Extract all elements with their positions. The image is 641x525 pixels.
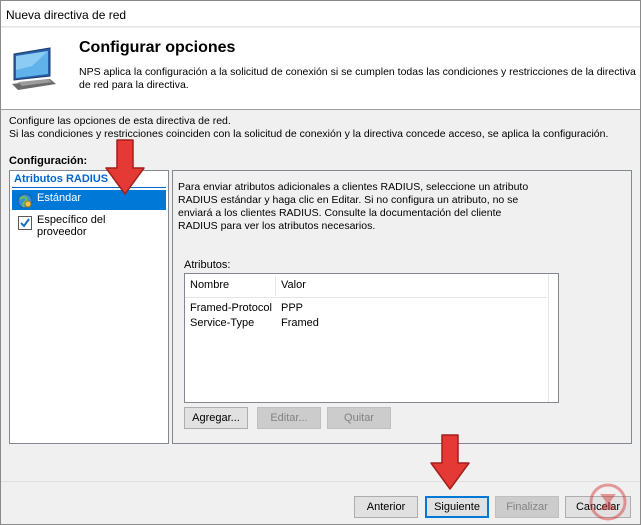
table-row[interactable]: Framed-Protocol PPP: [190, 302, 530, 317]
panel-description: Para enviar atributos adicionales a clie…: [178, 181, 529, 232]
wizard-header: Configurar opciones NPS aplica la config…: [1, 28, 640, 110]
row-value: PPP: [281, 302, 304, 314]
list-header: Nombre Valor: [185, 274, 547, 298]
globe-icon: [17, 193, 33, 209]
window-title: Nueva directiva de red: [6, 8, 127, 22]
page-description: NPS aplica la configuración a la solicit…: [79, 66, 636, 91]
panel-background: Para enviar atributos adicionales a clie…: [173, 171, 631, 443]
column-header-name[interactable]: Nombre: [190, 279, 229, 291]
remove-button[interactable]: Quitar: [327, 407, 391, 429]
column-header-value[interactable]: Valor: [281, 279, 306, 291]
tree-item-vendor-specific[interactable]: Específico del proveedor: [12, 213, 166, 243]
settings-tree: Atributos RADIUS Estándar Específico del…: [9, 170, 169, 444]
down-arrow-annotation: [105, 139, 145, 195]
row-name: Service-Type: [190, 317, 255, 329]
add-button[interactable]: Agregar...: [184, 407, 248, 429]
config-label: Configuración:: [9, 155, 88, 167]
column-separator: [275, 276, 276, 296]
tree-item-label: Estándar: [37, 192, 82, 204]
next-button[interactable]: Siguiente: [425, 496, 489, 518]
back-button[interactable]: Anterior: [354, 496, 418, 518]
finish-button[interactable]: Finalizar: [495, 496, 559, 518]
footer-divider: [1, 481, 640, 482]
intro-text: Configure las opciones de esta directiva…: [9, 115, 608, 141]
page-title: Configurar opciones: [79, 39, 236, 56]
monitor-network-icon: [12, 47, 56, 90]
title-bar: Nueva directiva de red: [1, 1, 640, 27]
attributes-label: Atributos:: [184, 259, 231, 271]
brand-logo: [589, 483, 627, 521]
list-scrollbar[interactable]: [548, 274, 558, 402]
checkbox-checked-icon: [18, 216, 32, 230]
row-value: Framed: [281, 317, 319, 329]
table-row[interactable]: Service-Type Framed: [190, 317, 530, 332]
settings-panel: Para enviar atributos adicionales a clie…: [172, 170, 632, 444]
tree-section-header: Atributos RADIUS: [14, 173, 109, 185]
intro-line-1: Configure las opciones de esta directiva…: [9, 115, 231, 127]
intro-line-2: Si las condiciones y restricciones coinc…: [9, 128, 609, 140]
tree-item-label: Específico del proveedor: [37, 214, 106, 238]
attributes-list[interactable]: Nombre Valor Framed-Protocol PPP Service…: [184, 273, 559, 403]
edit-button[interactable]: Editar...: [257, 407, 321, 429]
down-arrow-annotation: [430, 434, 470, 490]
row-name: Framed-Protocol: [190, 302, 272, 314]
dialog-window: Nueva directiva de red Configurar opcion…: [0, 0, 641, 525]
